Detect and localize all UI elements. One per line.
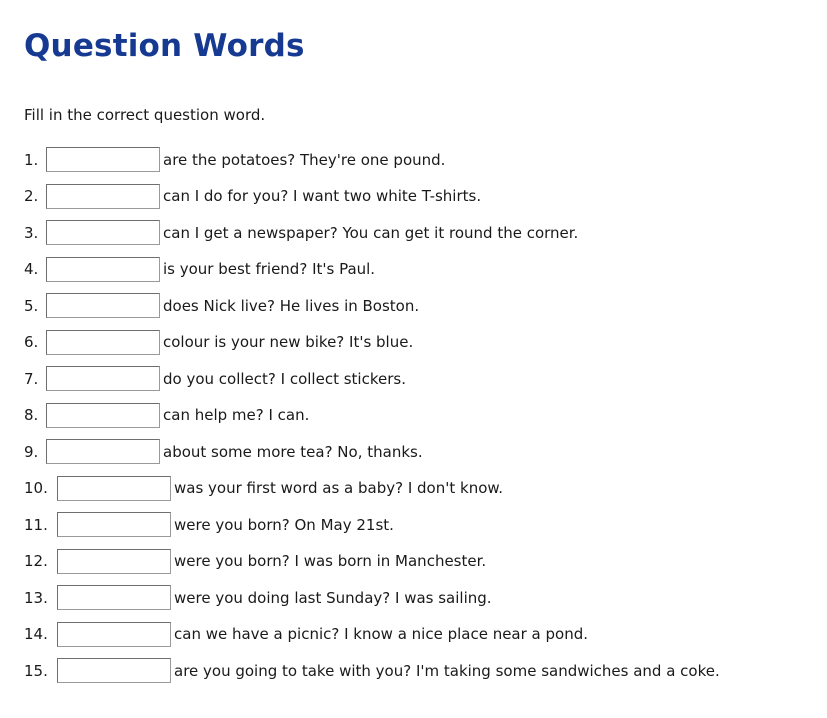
- sentence-text: was your first word as a baby? I don't k…: [174, 479, 504, 497]
- item-number: 9.: [24, 442, 39, 461]
- exercise-row: 11. were you born? On May 21st.: [24, 506, 827, 543]
- item-number: 11.: [24, 515, 48, 534]
- exercise-row: 6. colour is your new bike? It's blue.: [24, 324, 827, 361]
- exercise-row: 4. is your best friend? It's Paul.: [24, 251, 827, 288]
- answer-input-12[interactable]: [57, 548, 171, 574]
- sentence-text: are you going to take with you? I'm taki…: [174, 661, 720, 680]
- item-number: 12.: [24, 552, 48, 570]
- answer-input-14[interactable]: [57, 621, 171, 647]
- instruction-text: Fill in the correct question word.: [24, 106, 266, 124]
- answer-input-6[interactable]: [46, 329, 160, 355]
- exercise-row: 9. about some more tea? No, thanks.: [24, 433, 827, 470]
- sentence-text: can I get a newspaper? You can get it ro…: [163, 223, 579, 242]
- sentence-text: were you born? On May 21st.: [174, 515, 394, 534]
- exercise-row: 5. does Nick live? He lives in Boston.: [24, 287, 827, 324]
- answer-input-3[interactable]: [46, 220, 160, 245]
- exercise-row: 12. were you born? I was born in Manchest…: [24, 543, 827, 580]
- exercise-row: 13. were you doing last Sunday? I was sai…: [24, 579, 827, 616]
- exercise-row: 1. are the potatoes? They're one pound.: [24, 141, 827, 178]
- exercise-row: 10. was your first word as a baby? I don'…: [24, 470, 827, 507]
- item-number: 3.: [24, 223, 39, 242]
- item-number: 6.: [24, 333, 39, 351]
- worksheet-page: Question Words Fill in the correct quest…: [0, 0, 827, 718]
- item-number: 5.: [24, 296, 39, 315]
- page-title: Question Words: [24, 28, 305, 64]
- sentence-text: are the potatoes? They're one pound.: [163, 150, 446, 169]
- answer-input-13[interactable]: [57, 585, 171, 610]
- sentence-text: is your best friend? It's Paul.: [163, 260, 376, 278]
- item-number: 1.: [24, 150, 39, 169]
- answer-input-1[interactable]: [46, 147, 160, 172]
- answer-input-11[interactable]: [57, 512, 171, 537]
- sentence-text: about some more tea? No, thanks.: [163, 442, 423, 461]
- item-number: 4.: [24, 260, 39, 278]
- sentence-text: were you doing last Sunday? I was sailin…: [174, 588, 492, 607]
- exercise-row: 15. are you going to take with you? I'm t…: [24, 652, 827, 689]
- sentence-text: does Nick live? He lives in Boston.: [163, 296, 420, 315]
- answer-input-2[interactable]: [46, 183, 160, 209]
- sentence-text: were you born? I was born in Manchester.: [174, 552, 487, 570]
- exercise-row: 2. can I do for you? I want two white T-s…: [24, 178, 827, 215]
- item-number: 13.: [24, 588, 48, 607]
- sentence-text: colour is your new bike? It's blue.: [163, 333, 414, 351]
- item-number: 15.: [24, 661, 48, 680]
- answer-input-10[interactable]: [57, 475, 171, 501]
- exercise-row: 3. can I get a newspaper? You can get it …: [24, 214, 827, 251]
- answer-input-15[interactable]: [57, 658, 171, 683]
- item-number: 2.: [24, 187, 39, 205]
- exercise-row: 8. can help me? I can.: [24, 397, 827, 434]
- exercise-row: 14. can we have a picnic? I know a nice p…: [24, 616, 827, 653]
- answer-input-8[interactable]: [46, 402, 160, 428]
- exercise-list: 1. are the potatoes? They're one pound. 2.…: [24, 125, 827, 689]
- sentence-text: can I do for you? I want two white T-shi…: [163, 187, 482, 205]
- exercise-row: 7. do you collect? I collect stickers.: [24, 360, 827, 397]
- item-number: 8.: [24, 406, 39, 424]
- answer-input-7[interactable]: [46, 366, 160, 391]
- sentence-text: do you collect? I collect stickers.: [163, 369, 406, 388]
- item-number: 7.: [24, 369, 39, 388]
- sentence-text: can we have a picnic? I know a nice plac…: [174, 625, 589, 643]
- answer-input-5[interactable]: [46, 293, 160, 318]
- item-number: 10.: [24, 479, 48, 497]
- sentence-text: can help me? I can.: [163, 406, 310, 424]
- answer-input-4[interactable]: [46, 256, 160, 282]
- answer-input-9[interactable]: [46, 439, 160, 464]
- item-number: 14.: [24, 625, 48, 643]
